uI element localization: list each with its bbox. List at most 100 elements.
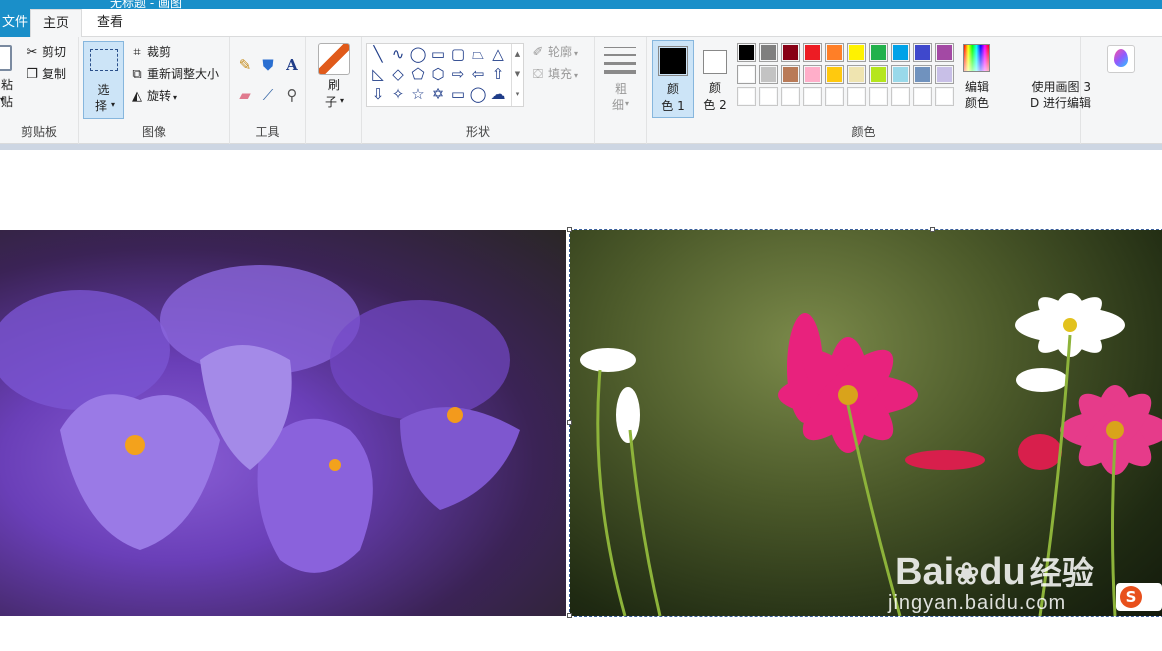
select-label-1: 选 [97, 83, 110, 97]
color-swatch[interactable] [737, 87, 756, 106]
cosmos-photo[interactable]: Bai❀du经验 jingyan.baidu.com S 中 [570, 230, 1162, 616]
brush-label-2[interactable]: 子 [306, 94, 356, 111]
image-group: 选 择 ▾ ⌗ 裁剪 ⧉ 重新调整大小 ◭ 旋转 ▾ 图像 [79, 37, 230, 144]
size-label-2[interactable]: 细 [595, 97, 641, 114]
color-swatch[interactable] [825, 43, 844, 62]
color-picker-icon[interactable]: ⟋ [257, 84, 279, 106]
color-swatch[interactable] [869, 43, 888, 62]
pencil-icon[interactable]: ✎ [234, 54, 256, 76]
color-swatch[interactable] [891, 87, 910, 106]
rect-callout-shape-icon[interactable]: ▭ [449, 85, 467, 103]
color-swatch[interactable] [759, 43, 778, 62]
resize-button[interactable]: ⧉ 重新调整大小 [129, 64, 219, 84]
cut-button[interactable]: ✂ 剪切 [24, 42, 66, 62]
color-swatch[interactable] [803, 65, 822, 84]
color-swatch[interactable] [891, 65, 910, 84]
color-swatch-fill [893, 45, 908, 60]
tab-file[interactable]: 文件 [0, 9, 30, 37]
rotate-button[interactable]: ◭ 旋转 ▾ [129, 86, 177, 106]
size-dropdown-icon[interactable]: ▾ [625, 99, 629, 108]
tab-home[interactable]: 主页 [30, 9, 82, 38]
triangle-shape-icon[interactable]: △ [489, 45, 507, 63]
brush-icon[interactable] [318, 43, 350, 75]
color2-button[interactable]: 颜 色 2 [697, 40, 739, 118]
right-arrow-shape-icon[interactable]: ⇨ [449, 65, 467, 83]
fill-button[interactable]: ⛋ 填充 ▾ [530, 64, 578, 84]
color-swatch[interactable] [891, 43, 910, 62]
color-swatch[interactable] [781, 65, 800, 84]
color-swatch[interactable] [847, 87, 866, 106]
text-tool-icon[interactable]: A [281, 54, 303, 76]
color1-button[interactable]: 颜 色 1 [652, 40, 694, 118]
oval-callout-shape-icon[interactable]: ◯ [469, 85, 487, 103]
edit-colors-icon[interactable] [963, 44, 990, 72]
brush-dropdown-icon[interactable]: ▾ [340, 96, 344, 105]
size-line-4 [604, 70, 636, 74]
brush-label-1[interactable]: 刷 [306, 77, 362, 94]
size-label-1[interactable]: 粗 [595, 81, 647, 98]
left-arrow-shape-icon[interactable]: ⇦ [469, 65, 487, 83]
color-swatch[interactable] [847, 65, 866, 84]
color-swatch[interactable] [913, 87, 932, 106]
paste-dropdown-icon[interactable]: ▾ [0, 95, 4, 104]
color1-label-2: 色 1 [661, 99, 685, 113]
paint3d-label-2[interactable]: D 进行编辑 [1011, 95, 1091, 112]
magnifier-icon[interactable]: ⚲ [281, 84, 303, 106]
select-button[interactable]: 选 择 ▾ [83, 41, 124, 119]
color-swatch[interactable] [737, 43, 756, 62]
paint3d-label-1[interactable]: 使用画图 3 [1011, 79, 1091, 96]
polygon-shape-icon[interactable]: ⏢ [469, 45, 487, 63]
rectangle-shape-icon[interactable]: ▭ [429, 45, 447, 63]
five-point-star-shape-icon[interactable]: ☆ [409, 85, 427, 103]
color-swatch[interactable] [935, 43, 954, 62]
color-swatch[interactable] [737, 65, 756, 84]
rounded-rectangle-shape-icon[interactable]: ▢ [449, 45, 467, 63]
tab-view[interactable]: 查看 [84, 9, 136, 37]
color-swatch[interactable] [759, 65, 778, 84]
up-arrow-shape-icon[interactable]: ⇧ [489, 65, 507, 83]
color-swatch[interactable] [913, 43, 932, 62]
color-swatch[interactable] [781, 43, 800, 62]
color-swatch-fill [739, 89, 754, 104]
copy-button[interactable]: ❐ 复制 [24, 64, 66, 84]
eraser-icon[interactable]: ▰ [234, 84, 256, 106]
pentagon-shape-icon[interactable]: ⬠ [409, 65, 427, 83]
color-swatch[interactable] [825, 87, 844, 106]
four-point-star-shape-icon[interactable]: ✧ [389, 85, 407, 103]
color-swatch[interactable] [935, 65, 954, 84]
fill-bucket-icon[interactable]: ⛊ [257, 54, 279, 76]
edit-colors-label-1[interactable]: 编辑 [957, 79, 997, 96]
color-swatch-fill [827, 89, 842, 104]
color-swatch[interactable] [759, 87, 778, 106]
line-shape-icon[interactable]: ╲ [369, 45, 387, 63]
six-point-star-shape-icon[interactable]: ✡ [429, 85, 447, 103]
down-arrow-shape-icon[interactable]: ⇩ [369, 85, 387, 103]
curve-shape-icon[interactable]: ∿ [389, 45, 407, 63]
hexagon-shape-icon[interactable]: ⬡ [429, 65, 447, 83]
color-swatch[interactable] [803, 43, 822, 62]
color-swatch-fill [937, 45, 952, 60]
paste-button-label[interactable]: 粘贴 [0, 77, 18, 111]
color-swatch-fill [739, 67, 754, 82]
right-triangle-shape-icon[interactable]: ◺ [369, 65, 387, 83]
outline-button[interactable]: ✐ 轮廓 ▾ [530, 42, 578, 62]
color-swatch[interactable] [847, 43, 866, 62]
edit-colors-label-2[interactable]: 颜色 [957, 95, 997, 112]
crop-button[interactable]: ⌗ 裁剪 [129, 42, 171, 62]
baidu-paw-icon: ❀ [954, 558, 980, 591]
diamond-shape-icon[interactable]: ◇ [389, 65, 407, 83]
color-swatch[interactable] [913, 65, 932, 84]
canvas-area[interactable]: Bai❀du经验 jingyan.baidu.com S 中 [0, 150, 1162, 651]
color-swatch[interactable] [825, 65, 844, 84]
color-swatch[interactable] [803, 87, 822, 106]
shapes-scrollbar[interactable]: ▲ ▼ ▾ [511, 44, 523, 106]
paste-icon[interactable] [0, 45, 12, 71]
paint3d-icon-frame[interactable] [1107, 45, 1135, 73]
color-swatch[interactable] [869, 87, 888, 106]
crocus-photo[interactable] [0, 230, 566, 616]
cloud-callout-shape-icon[interactable]: ☁ [489, 85, 507, 103]
oval-shape-icon[interactable]: ◯ [409, 45, 427, 63]
color-swatch[interactable] [781, 87, 800, 106]
color-swatch[interactable] [869, 65, 888, 84]
color-swatch[interactable] [935, 87, 954, 106]
